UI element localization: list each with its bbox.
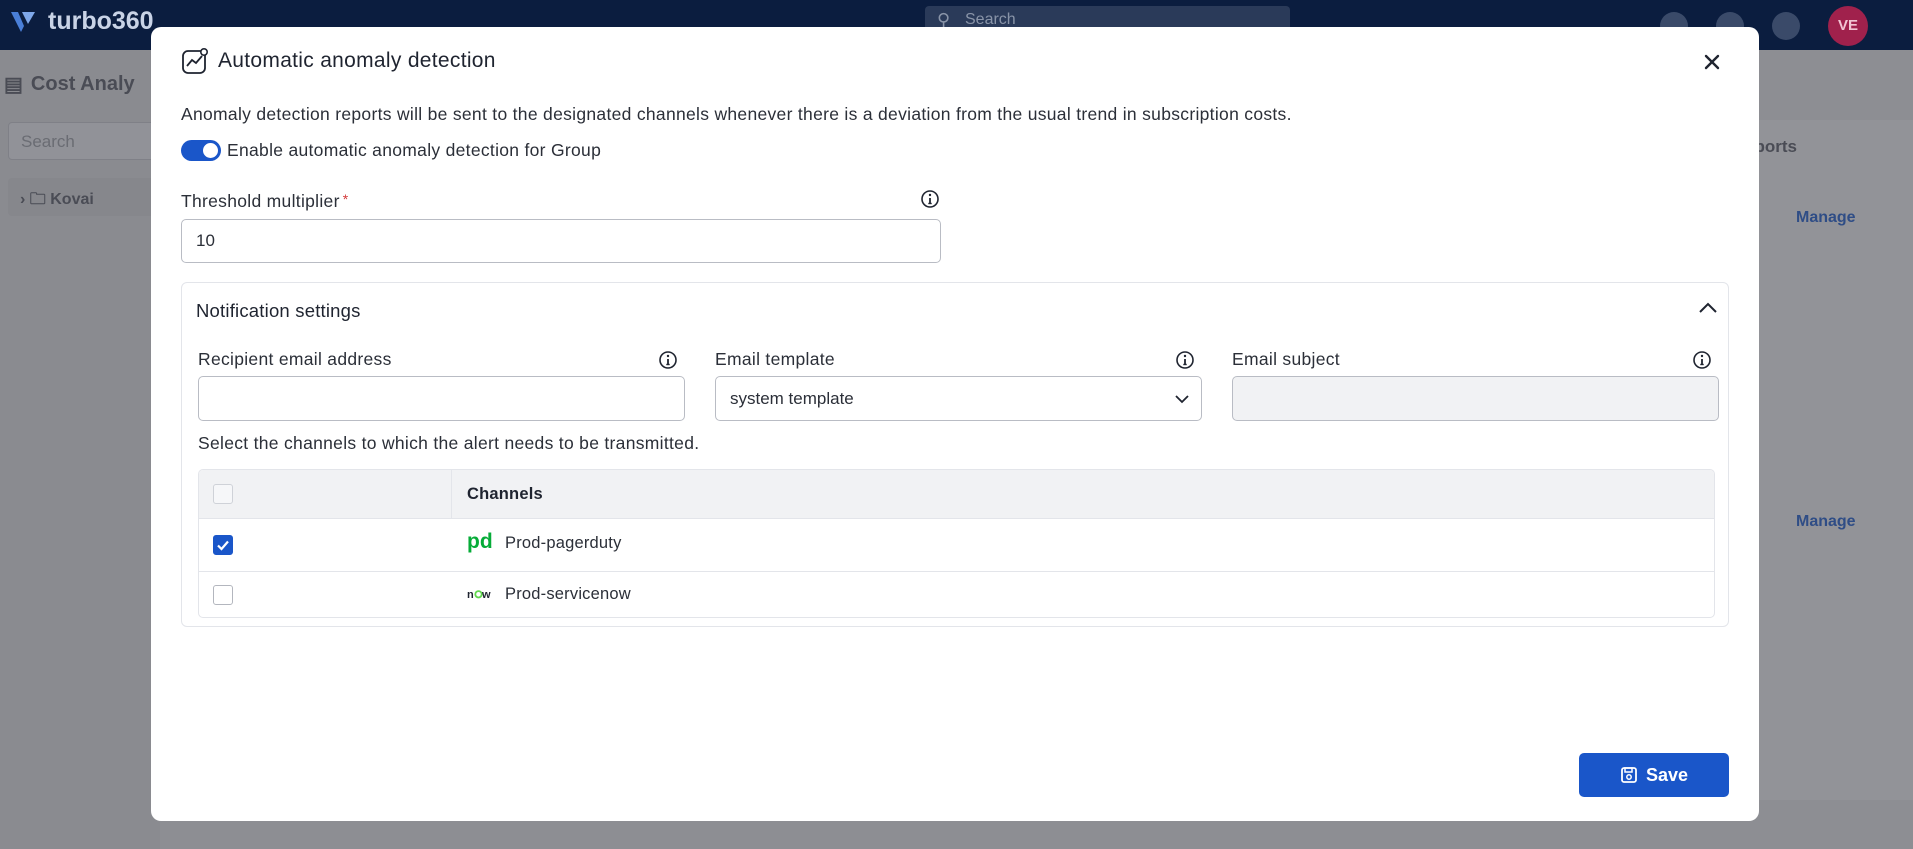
email-template-value: system template — [730, 389, 854, 408]
cost-analysis-icon: ▤ — [4, 74, 23, 96]
table-row[interactable]: pd Prod-pagerduty — [199, 519, 1714, 572]
settings-gear-icon[interactable] — [1772, 12, 1800, 40]
brand-name: turbo360 — [48, 6, 154, 35]
close-icon[interactable] — [1697, 47, 1727, 77]
checkmark-icon — [217, 540, 229, 551]
background-manage-link-1[interactable]: Manage — [1796, 209, 1856, 227]
modal-title: Automatic anomaly detection — [218, 49, 496, 72]
recipient-info-icon[interactable] — [658, 350, 678, 370]
enable-detection-label: Enable automatic anomaly detection for G… — [227, 140, 602, 160]
svg-text:pd: pd — [467, 532, 493, 553]
save-disk-icon — [1621, 767, 1637, 783]
channels-table-header: Channels — [199, 470, 1714, 519]
global-search-placeholder: Search — [965, 11, 1016, 28]
servicenow-icon: n w — [467, 589, 491, 601]
chevron-down-icon — [1175, 395, 1189, 404]
enable-detection-toggle[interactable] — [181, 140, 221, 161]
row-checkbox-checked[interactable] — [213, 535, 233, 555]
threshold-info-icon[interactable] — [920, 189, 940, 209]
background-sidebar — [0, 50, 160, 849]
pagerduty-icon: pd — [467, 532, 493, 553]
table-row[interactable]: n w Prod-servicenow — [199, 572, 1714, 617]
threshold-label-text: Threshold multiplier — [181, 191, 340, 211]
email-subject-label: Email subject — [1232, 349, 1340, 369]
channels-description: Select the channels to which the alert n… — [198, 433, 700, 453]
select-all-checkbox[interactable] — [213, 484, 233, 504]
modal-description: Anomaly detection reports will be sent t… — [181, 104, 1292, 124]
background-manage-link-2[interactable]: Manage — [1796, 513, 1856, 531]
channels-table: Channels pd Prod-pagerduty n w Prod-serv… — [198, 469, 1715, 618]
threshold-label: Threshold multiplier * — [181, 191, 348, 212]
recipient-email-input[interactable] — [198, 376, 685, 421]
notification-settings-panel: Notification settings Recipient email ad… — [181, 282, 1729, 627]
save-button-label: Save — [1645, 764, 1689, 785]
chevron-up-icon[interactable] — [1695, 295, 1721, 321]
email-template-select[interactable]: system template — [715, 376, 1202, 421]
background-page-title-text: Cost Analy — [30, 73, 135, 95]
channel-name: Prod-pagerduty — [505, 534, 622, 552]
channels-column-header: Channels — [467, 485, 543, 503]
column-divider — [451, 470, 452, 519]
notification-settings-title: Notification settings — [196, 300, 361, 321]
svg-text:n: n — [467, 589, 474, 601]
anomaly-detection-modal: Automatic anomaly detection Anomaly dete… — [151, 27, 1759, 821]
tree-item-label: Kovai — [50, 191, 94, 208]
svg-text:w: w — [481, 589, 491, 601]
save-button[interactable]: Save — [1579, 753, 1729, 797]
template-info-icon[interactable] — [1175, 350, 1195, 370]
user-avatar[interactable]: VE — [1828, 6, 1868, 46]
turbo360-logo-icon — [11, 12, 35, 32]
background-page-title: ▤ Cost Analy — [4, 72, 135, 97]
toggle-knob — [203, 143, 218, 158]
trend-chart-icon — [182, 47, 208, 74]
email-template-label: Email template — [715, 349, 835, 369]
threshold-multiplier-input[interactable] — [181, 219, 941, 263]
channel-name: Prod-servicenow — [505, 585, 631, 603]
enable-detection-row: Enable automatic anomaly detection for G… — [181, 140, 601, 161]
email-subject-input[interactable] — [1232, 376, 1719, 421]
row-checkbox[interactable] — [213, 585, 233, 605]
background-sidebar-search[interactable]: Search — [8, 122, 158, 160]
brand-logo[interactable]: turbo360 — [8, 6, 154, 36]
modal-header: Automatic anomaly detection — [181, 47, 496, 75]
subject-info-icon[interactable] — [1692, 350, 1712, 370]
recipient-email-label: Recipient email address — [198, 349, 392, 369]
background-tree-item[interactable]: › 🗀 Kovai — [8, 178, 158, 216]
required-marker: * — [342, 191, 349, 207]
